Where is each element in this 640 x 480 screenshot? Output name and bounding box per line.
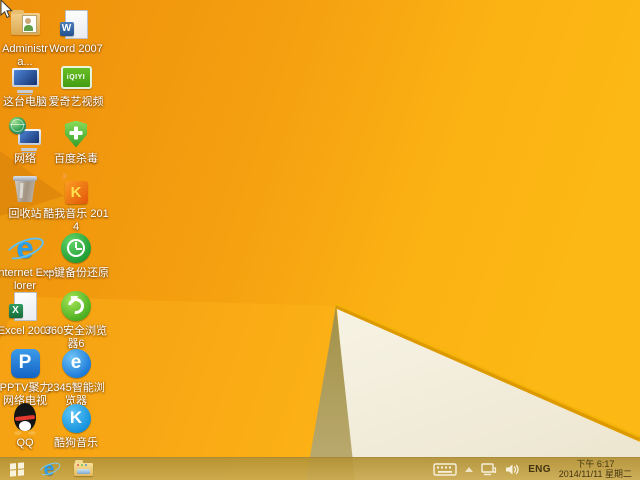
360-browser-icon xyxy=(59,289,93,323)
word-icon: W xyxy=(59,7,93,41)
icon-label: 这台电脑 xyxy=(3,96,47,108)
icon-label: QQ xyxy=(16,437,34,449)
this-pc-icon xyxy=(8,60,42,94)
desktop-icon-360-browser[interactable]: 360安全浏览器6 xyxy=(42,289,110,350)
icon-label: Word 2007 xyxy=(49,43,103,55)
desktop-icon-kugou-music[interactable]: K 酷狗音乐 xyxy=(42,401,110,450)
desktop[interactable]: Administra... 这台电脑 网络 回收站 e Internet Exp… xyxy=(0,0,640,480)
icon-label: 一键备份还原 xyxy=(43,267,109,279)
desktop-icon-onekey-backup[interactable]: 一键备份还原 xyxy=(42,231,110,280)
taskbar-file-explorer-button[interactable] xyxy=(66,458,100,480)
kuwo-music-icon: K xyxy=(59,170,93,206)
icon-label: 爱奇艺视频 xyxy=(48,96,104,108)
clock-time: 下午 6:17 xyxy=(576,459,615,469)
excel-icon: X xyxy=(8,289,42,323)
taskbar-clock[interactable]: 下午 6:17 2014/11/11 星期二 xyxy=(555,459,640,479)
taskbar-internet-explorer-button[interactable]: e xyxy=(32,458,66,480)
icon-label: 酷狗音乐 xyxy=(54,437,98,449)
qq-icon xyxy=(8,401,42,435)
taskbar: e ENG 下午 6:17 2014/11/11 星期二 xyxy=(0,457,640,480)
network-status-button[interactable] xyxy=(477,458,501,480)
recycle-bin-icon xyxy=(8,172,42,206)
baidu-antivirus-shield-icon xyxy=(59,117,93,151)
network-icon xyxy=(481,462,497,475)
clock-date: 2014/11/11 星期二 xyxy=(558,469,632,479)
onekey-backup-clock-icon xyxy=(59,231,93,265)
pptv-icon: P xyxy=(8,346,42,380)
icon-label: 回收站 xyxy=(8,208,42,220)
speaker-icon xyxy=(506,464,519,474)
desktop-icon-2345-browser[interactable]: e 2345智能浏览器 xyxy=(42,346,110,407)
network-icon xyxy=(8,117,42,151)
start-button[interactable] xyxy=(2,458,32,480)
desktop-icon-kuwo-music[interactable]: K 酷我音乐 2014 xyxy=(42,170,110,233)
language-indicator[interactable]: ENG xyxy=(524,458,555,480)
icon-label: 酷我音乐 2014 xyxy=(43,208,109,233)
2345-browser-icon: e xyxy=(59,346,93,380)
desktop-icon-baidu-antivirus[interactable]: 百度杀毒 xyxy=(42,117,110,166)
volume-button[interactable] xyxy=(501,458,524,480)
desktop-icon-word-2007[interactable]: W Word 2007 xyxy=(42,7,110,56)
windows-logo-icon xyxy=(10,461,24,477)
system-tray: ENG 下午 6:17 2014/11/11 星期二 xyxy=(429,458,640,480)
touch-keyboard-button[interactable] xyxy=(429,458,461,480)
file-explorer-icon xyxy=(73,460,93,476)
iqiyi-icon: iQIYI xyxy=(59,60,93,94)
icon-label: 网络 xyxy=(14,153,36,165)
administrator-folder-icon xyxy=(8,7,42,41)
show-hidden-icons-button[interactable] xyxy=(461,458,477,480)
internet-explorer-icon: e xyxy=(3,231,47,265)
icon-label: 百度杀毒 xyxy=(54,153,98,165)
kugou-music-icon: K xyxy=(59,401,93,435)
touch-keyboard-icon xyxy=(433,462,457,476)
chevron-up-icon xyxy=(465,466,474,472)
desktop-icon-iqiyi[interactable]: iQIYI 爱奇艺视频 xyxy=(42,60,110,109)
